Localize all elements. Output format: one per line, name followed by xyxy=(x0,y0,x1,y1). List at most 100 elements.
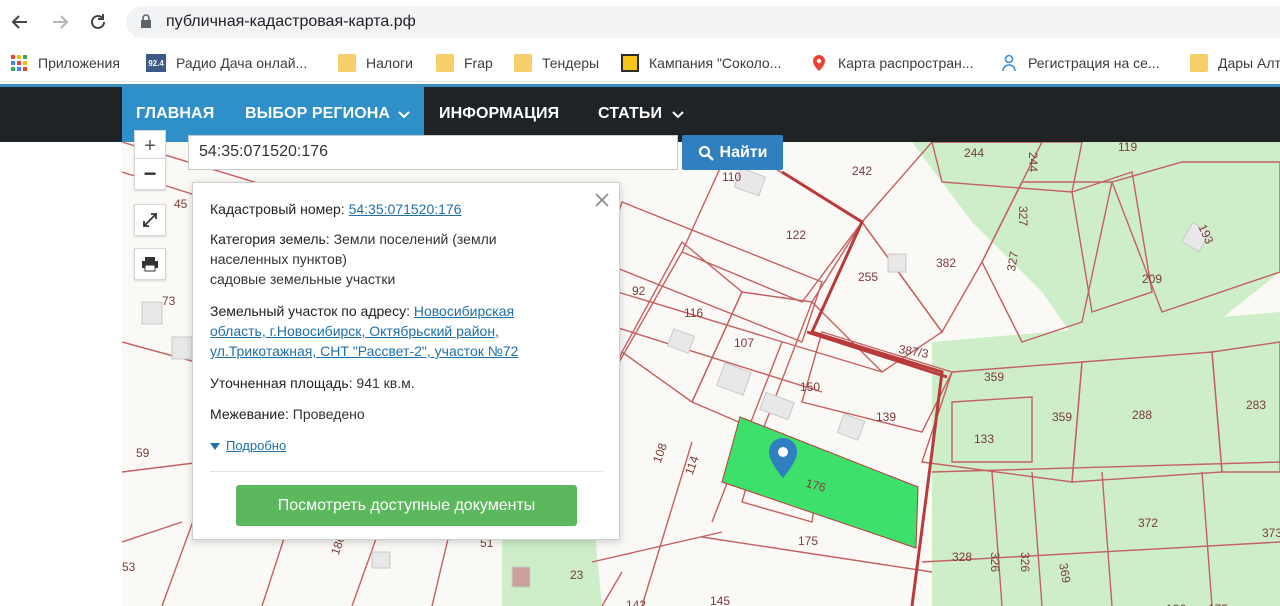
lock-icon xyxy=(141,14,151,28)
nav-item-articles[interactable]: СТАТЬИ xyxy=(598,105,662,123)
forward-button[interactable] xyxy=(46,8,74,36)
parcel-number-label: 136 xyxy=(1166,602,1186,606)
survey-value: Проведено xyxy=(292,406,365,422)
fullscreen-button[interactable] xyxy=(134,204,166,236)
parcel-number-label: 142 xyxy=(626,598,647,606)
search-input[interactable]: 54:35:071520:176 xyxy=(188,135,678,170)
cadastral-number-row: Кадастровый номер: 54:35:071520:176 xyxy=(210,199,560,219)
parcel-number-label: 53 xyxy=(122,560,136,574)
url-text: публичная-кадастровая-карта.рф xyxy=(166,13,416,30)
bookmark-label: Frap xyxy=(464,55,493,71)
details-toggle-label: Подробно xyxy=(226,438,287,453)
chevron-down-icon xyxy=(398,111,410,119)
bookmarks-bar: Приложения 92.4 Радио Дача онлай... Нало… xyxy=(0,44,1280,82)
parcel-number-label: 139 xyxy=(876,410,897,424)
reload-button[interactable] xyxy=(84,8,112,36)
chevron-down-icon xyxy=(672,111,684,119)
parcel-number-label: 244 xyxy=(964,146,985,160)
details-toggle[interactable]: Подробно xyxy=(210,436,286,456)
parcel-info-popup: Кадастровый номер: 54:35:071520:176 Кате… xyxy=(192,182,620,540)
bookmark-label: Налоги xyxy=(366,55,413,71)
reload-icon xyxy=(91,14,105,29)
plus-icon: + xyxy=(144,134,156,157)
parcel-number-label: 175 xyxy=(1208,602,1228,606)
site-header: ГЛАВНАЯ ВЫБОР РЕГИОНА ИНФОРМАЦИЯ СТАТЬИ xyxy=(0,84,1280,142)
survey-label: Межевание: xyxy=(210,406,289,422)
browser-toolbar: публичная-кадастровая-карта.рф xyxy=(0,0,1280,44)
cadastral-number-link[interactable]: 54:35:071520:176 xyxy=(349,201,462,217)
bookmark-dary[interactable]: Дары Алт xyxy=(1190,52,1280,74)
folder-icon xyxy=(338,54,356,72)
zoom-out-button[interactable]: − xyxy=(134,158,166,190)
bookmark-label: Кампания "Соколо... xyxy=(649,55,782,71)
parcel-number-label: 150 xyxy=(800,380,821,394)
apps-grid-icon xyxy=(11,55,27,71)
parcel-number-label: 288 xyxy=(1132,408,1153,422)
bookmark-registraciya[interactable]: Регистрация на се... xyxy=(1000,52,1160,74)
map-pin-icon[interactable] xyxy=(766,436,800,480)
parcel-number-label: 328 xyxy=(952,550,973,564)
parcel-number-label: 73 xyxy=(162,294,176,308)
folder-icon xyxy=(1190,54,1208,72)
parcel-number-label: 145 xyxy=(710,594,731,606)
parcel-number-label: 45 xyxy=(174,197,188,211)
land-category-row: Категория земель: Земли поселений (земли… xyxy=(210,229,560,289)
parcel-number-label: 92 xyxy=(632,284,646,298)
area-label: Уточненная площадь: xyxy=(210,375,353,391)
arrow-left-icon xyxy=(11,15,27,29)
parcel-number-label: 373 xyxy=(1262,526,1280,540)
bookmark-label: Приложения xyxy=(38,55,120,71)
bookmark-kampaniya[interactable]: Кампания "Соколо... xyxy=(621,52,781,74)
bookmark-label: Регистрация на се... xyxy=(1028,55,1160,71)
survey-row: Межевание: Проведено xyxy=(210,404,560,424)
search-icon xyxy=(698,145,714,161)
parcel-number-label: 209 xyxy=(1142,272,1163,286)
parcel-number-label: 372 xyxy=(1138,516,1159,530)
address-bar[interactable]: публичная-кадастровая-карта.рф xyxy=(126,6,1280,38)
flag-icon xyxy=(621,54,639,72)
bookmark-karta[interactable]: Карта распростран... xyxy=(810,52,973,74)
search-input-value: 54:35:071520:176 xyxy=(199,143,329,160)
view-documents-label: Посмотреть доступные документы xyxy=(277,496,536,514)
cadastral-number-label: Кадастровый номер: xyxy=(210,201,345,217)
green-zone xyxy=(932,312,1280,606)
area-row: Уточненная площадь: 941 кв.м. xyxy=(210,373,560,393)
parcel-number-label: 326 xyxy=(988,552,1002,573)
view-documents-button[interactable]: Посмотреть доступные документы xyxy=(236,485,577,526)
parcel-number-label: 359 xyxy=(984,370,1005,384)
nav-item-info[interactable]: ИНФОРМАЦИЯ xyxy=(439,105,559,123)
bookmark-frap[interactable]: Frap xyxy=(436,52,493,74)
parcel-number-label: 116 xyxy=(684,306,704,320)
caret-down-icon xyxy=(210,442,220,450)
close-icon[interactable] xyxy=(593,191,611,209)
user-icon xyxy=(1002,54,1016,72)
parcel-number-label: 244 xyxy=(1026,152,1040,173)
area-value: 941 кв.м. xyxy=(356,375,415,391)
parcel-number-label: 326 xyxy=(1018,552,1032,573)
parcel-number-label: 242 xyxy=(852,164,873,178)
search-button-label: Найти xyxy=(719,143,768,161)
bookmark-label: Тендеры xyxy=(542,55,600,71)
divider xyxy=(210,471,603,472)
folder-icon xyxy=(514,54,532,72)
bookmark-label: Радио Дача онлай... xyxy=(176,55,308,71)
land-category-label: Категория земель: xyxy=(210,231,330,247)
back-button[interactable] xyxy=(6,8,34,36)
print-button[interactable] xyxy=(134,248,166,280)
bookmark-nalogi[interactable]: Налоги xyxy=(338,52,413,74)
map-pin-icon xyxy=(813,55,825,71)
parcel-number-label: 255 xyxy=(858,270,879,284)
expand-icon xyxy=(143,213,157,227)
nav-item-region[interactable]: ВЫБОР РЕГИОНА xyxy=(245,105,390,123)
parcel-number-label: 133 xyxy=(974,432,995,446)
nav-item-home[interactable]: ГЛАВНАЯ xyxy=(136,105,214,123)
parcel-number-label: 23 xyxy=(570,568,584,582)
bookmark-radio[interactable]: 92.4 Радио Дача онлай... xyxy=(146,52,307,74)
address-row: Земельный участок по адресу: Новосибирск… xyxy=(210,301,560,361)
search-button[interactable]: Найти xyxy=(682,135,783,170)
radio-icon: 92.4 xyxy=(146,54,166,72)
bookmark-apps[interactable]: Приложения xyxy=(10,52,120,74)
bookmark-tendery[interactable]: Тендеры xyxy=(514,52,599,74)
parcel-number-label: 283 xyxy=(1246,398,1267,412)
parcel-number-label: 359 xyxy=(1052,410,1073,424)
